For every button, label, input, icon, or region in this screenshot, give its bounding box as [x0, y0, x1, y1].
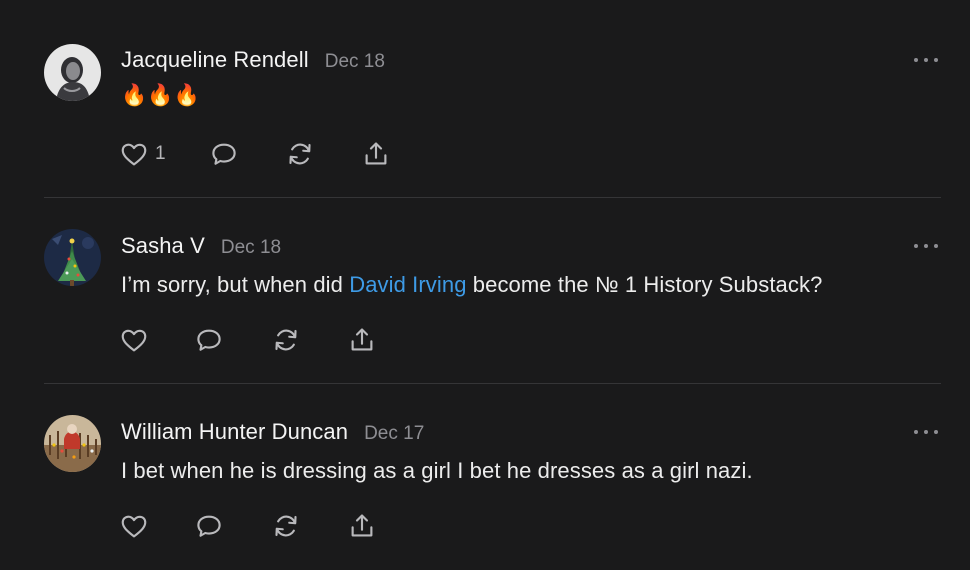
restack-button[interactable]	[271, 509, 301, 543]
mention-link[interactable]: David Irving	[349, 272, 466, 297]
more-options-icon[interactable]	[914, 54, 938, 66]
comment-text-after: become the № 1 History Substack?	[466, 272, 823, 297]
author-name[interactable]: William Hunter Duncan	[121, 419, 348, 445]
reply-button[interactable]	[209, 137, 239, 171]
like-button[interactable]	[119, 509, 149, 543]
reply-button[interactable]	[194, 509, 224, 543]
comment-text: 🔥🔥🔥	[121, 84, 200, 107]
like-button[interactable]: 1	[119, 137, 166, 171]
author-name[interactable]: Jacqueline Rendell	[121, 47, 309, 73]
comment-date[interactable]: Dec 17	[364, 423, 424, 445]
heart-icon	[119, 325, 149, 355]
restack-button[interactable]	[271, 323, 301, 357]
comment-text: I bet when he is dressing as a girl I be…	[121, 458, 753, 483]
like-count: 1	[155, 143, 166, 164]
share-icon	[361, 139, 391, 169]
share-button[interactable]	[347, 323, 377, 357]
heart-icon	[119, 511, 149, 541]
author-name[interactable]: Sasha V	[121, 233, 205, 259]
comment-divider	[44, 197, 941, 198]
comment-date[interactable]: Dec 18	[325, 51, 385, 73]
share-icon	[347, 325, 377, 355]
comment-divider	[44, 383, 941, 384]
comment-text: I’m sorry, but when did David Irving bec…	[121, 272, 822, 298]
restack-button[interactable]	[285, 137, 315, 171]
speech-bubble-icon	[194, 511, 224, 541]
speech-bubble-icon	[194, 325, 224, 355]
more-options-icon[interactable]	[914, 240, 938, 252]
comment-date[interactable]: Dec 18	[221, 237, 281, 259]
holiday-lights-avatar-icon	[44, 415, 101, 472]
author-avatar[interactable]	[44, 229, 101, 286]
reply-button[interactable]	[194, 323, 224, 357]
restack-icon	[285, 139, 315, 169]
author-avatar[interactable]	[44, 415, 101, 472]
share-button[interactable]	[347, 509, 377, 543]
portrait-avatar-icon	[44, 44, 101, 101]
comment-text-before: I’m sorry, but when did	[121, 272, 350, 297]
like-button[interactable]	[119, 323, 149, 357]
speech-bubble-icon	[209, 139, 239, 169]
restack-icon	[271, 511, 301, 541]
heart-icon	[119, 139, 149, 169]
share-icon	[347, 511, 377, 541]
more-options-icon[interactable]	[914, 426, 938, 438]
share-button[interactable]	[361, 137, 391, 171]
author-avatar[interactable]	[44, 44, 101, 101]
christmas-tree-avatar-icon	[44, 229, 101, 286]
restack-icon	[271, 325, 301, 355]
